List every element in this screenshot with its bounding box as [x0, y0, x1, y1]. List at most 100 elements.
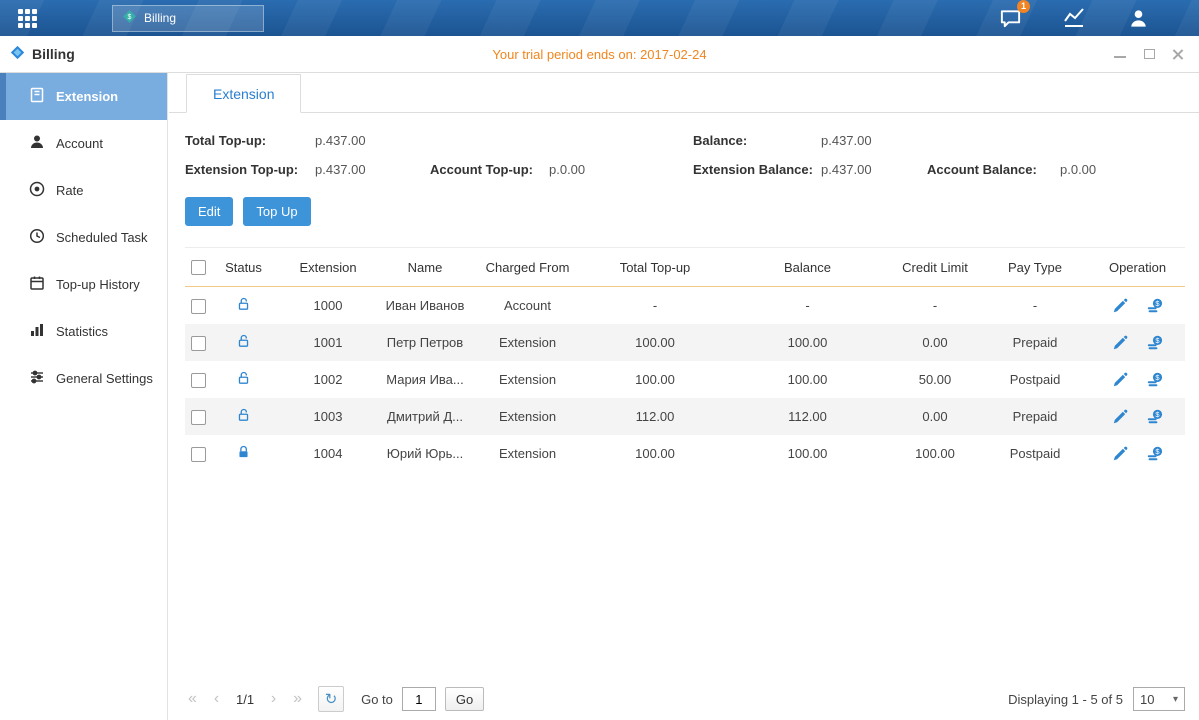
topbar: $ Billing 1 [0, 0, 1199, 36]
tab-extension[interactable]: Extension [186, 74, 301, 113]
row-checkbox[interactable] [191, 299, 206, 314]
prev-page-icon[interactable]: ‹ [209, 690, 224, 708]
status-unlocked-icon[interactable] [236, 407, 251, 423]
status-unlocked-icon[interactable] [236, 370, 251, 386]
col-charged-from: Charged From [470, 248, 585, 287]
cell-extension: 1000 [276, 287, 380, 325]
cell-charged-from: Extension [470, 398, 585, 435]
extension-table: Status Extension Name Charged From Total… [185, 247, 1185, 472]
app-title: Billing [32, 46, 75, 62]
sidebar-item-statistics[interactable]: Statistics [0, 308, 167, 355]
col-credit-limit: Credit Limit [890, 248, 980, 287]
minimize-icon[interactable] [1114, 48, 1126, 60]
row-topup-icon[interactable]: $ [1147, 298, 1163, 314]
sidebar-item-extension[interactable]: Extension [0, 73, 167, 120]
summary-panel: Total Top-up: p.437.00 Balance: p.437.00… [185, 133, 1183, 177]
chevron-down-icon: ▾ [1173, 694, 1178, 705]
sidebar: Extension Account Rate Scheduled Task To… [0, 73, 168, 720]
window-controls [1114, 48, 1199, 60]
sidebar-item-label: General Settings [56, 371, 153, 386]
cell-credit-limit: 100.00 [890, 435, 980, 472]
refresh-icon[interactable]: ↻ [318, 686, 344, 712]
select-all-checkbox[interactable] [191, 260, 206, 275]
top-up-button[interactable]: Top Up [243, 197, 310, 226]
sidebar-item-label: Top-up History [56, 277, 140, 292]
main-content: Extension Total Top-up: p.437.00 Balance… [169, 73, 1199, 720]
edit-pencil-icon[interactable] [1112, 446, 1128, 462]
summary-label: Extension Top-up: [185, 162, 315, 177]
row-checkbox[interactable] [191, 336, 206, 351]
sliders-icon [29, 369, 45, 388]
cell-pay-type: Prepaid [980, 398, 1090, 435]
cell-name: Дмитрий Д... [380, 398, 470, 435]
cell-total-topup: 112.00 [585, 398, 725, 435]
billing-diamond-icon [9, 44, 26, 64]
row-checkbox[interactable] [191, 447, 206, 462]
cell-balance: 100.00 [725, 324, 890, 361]
status-unlocked-icon[interactable] [236, 296, 251, 312]
rate-icon [29, 181, 45, 200]
cell-credit-limit: 50.00 [890, 361, 980, 398]
extension-icon [29, 87, 45, 106]
sidebar-item-general-settings[interactable]: General Settings [0, 355, 167, 402]
row-topup-icon[interactable]: $ [1147, 372, 1163, 388]
edit-pencil-icon[interactable] [1112, 335, 1128, 351]
messages-icon[interactable]: 1 [997, 5, 1023, 31]
row-topup-icon[interactable]: $ [1147, 409, 1163, 425]
row-topup-icon[interactable]: $ [1147, 335, 1163, 351]
edit-pencil-icon[interactable] [1112, 372, 1128, 388]
cell-balance: 112.00 [725, 398, 890, 435]
sidebar-item-rate[interactable]: Rate [0, 167, 167, 214]
bar-chart-icon [29, 322, 45, 341]
calendar-icon [29, 275, 45, 294]
cell-extension: 1004 [276, 435, 380, 472]
last-page-icon[interactable]: » [290, 690, 305, 708]
sidebar-item-account[interactable]: Account [0, 120, 167, 167]
topbar-tab-billing[interactable]: $ Billing [112, 5, 264, 32]
summary-label: Balance: [693, 133, 821, 148]
status-locked-icon[interactable] [236, 444, 251, 460]
cell-extension: 1001 [276, 324, 380, 361]
edit-button[interactable]: Edit [185, 197, 233, 226]
maximize-icon[interactable] [1143, 48, 1155, 60]
sidebar-item-scheduled-task[interactable]: Scheduled Task [0, 214, 167, 261]
cell-pay-type: - [980, 287, 1090, 325]
edit-pencil-icon[interactable] [1112, 409, 1128, 425]
sidebar-item-label: Statistics [56, 324, 108, 339]
sidebar-item-topup-history[interactable]: Top-up History [0, 261, 167, 308]
first-page-icon[interactable]: « [185, 690, 200, 708]
goto-label: Go to [361, 692, 393, 707]
cell-credit-limit: 0.00 [890, 324, 980, 361]
app-title-area: Billing [0, 44, 75, 64]
col-total-topup: Total Top-up [585, 248, 725, 287]
window-titlebar: Billing Your trial period ends on: 2017-… [0, 36, 1199, 73]
reports-chart-icon[interactable] [1061, 5, 1087, 31]
summary-label: Account Top-up: [430, 162, 549, 177]
cell-charged-from: Extension [470, 361, 585, 398]
cell-name: Петр Петров [380, 324, 470, 361]
notification-badge: 1 [1017, 0, 1030, 13]
col-balance: Balance [725, 248, 890, 287]
status-unlocked-icon[interactable] [236, 333, 251, 349]
page-size-select[interactable]: 10 ▾ [1133, 687, 1185, 711]
col-extension: Extension [276, 248, 380, 287]
table-row: 1003 Дмитрий Д... Extension 112.00 112.0… [185, 398, 1185, 435]
user-account-icon[interactable] [1125, 5, 1151, 31]
go-button[interactable]: Go [445, 687, 484, 711]
row-checkbox[interactable] [191, 410, 206, 425]
row-topup-icon[interactable]: $ [1147, 446, 1163, 462]
table-header-row: Status Extension Name Charged From Total… [185, 248, 1185, 287]
action-buttons: Edit Top Up [185, 197, 1183, 226]
cell-extension: 1002 [276, 361, 380, 398]
edit-pencil-icon[interactable] [1112, 298, 1128, 314]
close-icon[interactable] [1172, 48, 1184, 60]
next-page-icon[interactable]: › [266, 690, 281, 708]
row-checkbox[interactable] [191, 373, 206, 388]
goto-page-input[interactable] [402, 687, 436, 711]
apps-grid-icon[interactable] [0, 9, 54, 28]
table-row: 1004 Юрий Юрь... Extension 100.00 100.00… [185, 435, 1185, 472]
table-row: 1001 Петр Петров Extension 100.00 100.00… [185, 324, 1185, 361]
topbar-tab-label: Billing [144, 11, 176, 25]
cell-balance: - [725, 287, 890, 325]
cell-name: Мария Ива... [380, 361, 470, 398]
